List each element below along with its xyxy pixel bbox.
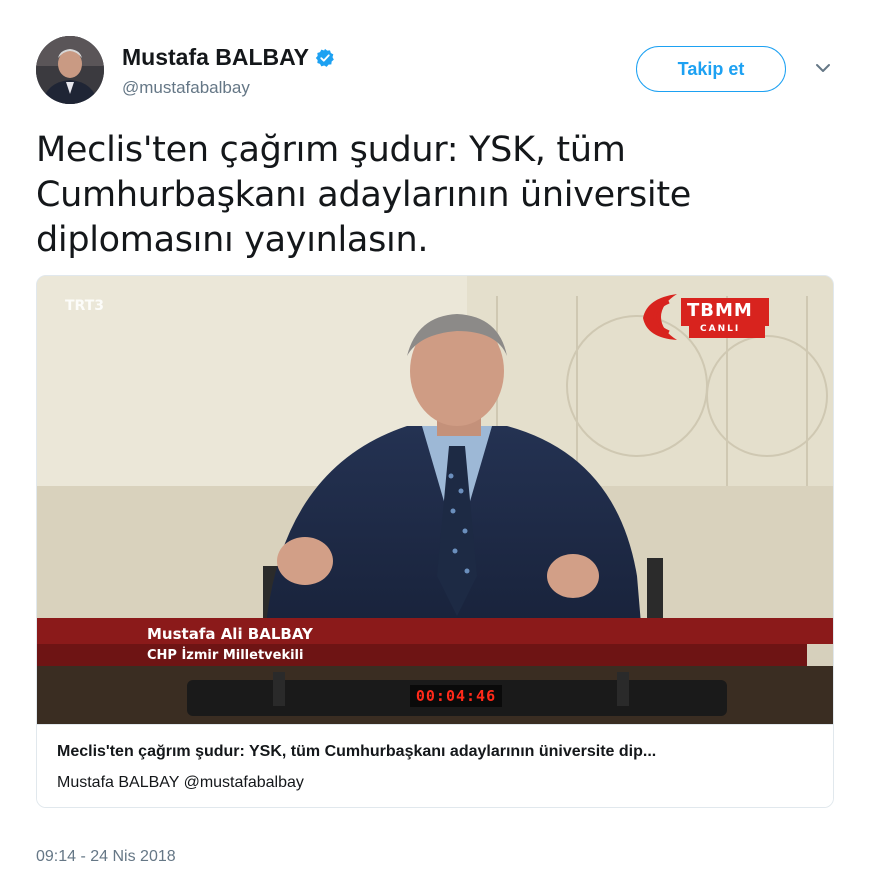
live-label: CANLI [700, 324, 741, 334]
speech-timer: 00:04:46 [410, 685, 502, 707]
profile-photo-icon [36, 36, 104, 104]
verified-badge-icon [315, 48, 334, 67]
card-info[interactable]: Meclis'ten çağrım şudur: YSK, tüm Cumhur… [37, 724, 833, 807]
video-thumbnail[interactable]: TRT3 TBMM CANLI Mustafa Ali BALBAY CHP İ… [37, 276, 833, 724]
chevron-down-icon[interactable] [811, 56, 835, 80]
lower-third-role: CHP İzmir Milletvekili [147, 648, 304, 663]
tweet-timestamp[interactable]: 09:14 - 24 Nis 2018 [36, 848, 176, 866]
tweet-header: Mustafa BALBAY @mustafabalbay Takip et [36, 36, 846, 108]
display-name-text[interactable]: Mustafa BALBAY [122, 44, 309, 71]
link-card[interactable]: TRT3 TBMM CANLI Mustafa Ali BALBAY CHP İ… [36, 275, 834, 808]
follow-button[interactable]: Takip et [636, 46, 786, 92]
display-name[interactable]: Mustafa BALBAY [122, 44, 335, 71]
avatar[interactable] [36, 36, 104, 104]
lower-third-name: Mustafa Ali BALBAY [147, 625, 313, 643]
card-source: Mustafa BALBAY @mustafabalbay [57, 774, 304, 791]
card-title[interactable]: Meclis'ten çağrım şudur: YSK, tüm Cumhur… [57, 743, 817, 761]
user-handle[interactable]: @mustafabalbay [122, 78, 250, 98]
tbmm-text: TBMM [687, 300, 753, 321]
channel-bug: TRT3 [65, 298, 104, 314]
tweet-text: Meclis'ten çağrım şudur: YSK, tüm Cumhur… [36, 130, 691, 260]
